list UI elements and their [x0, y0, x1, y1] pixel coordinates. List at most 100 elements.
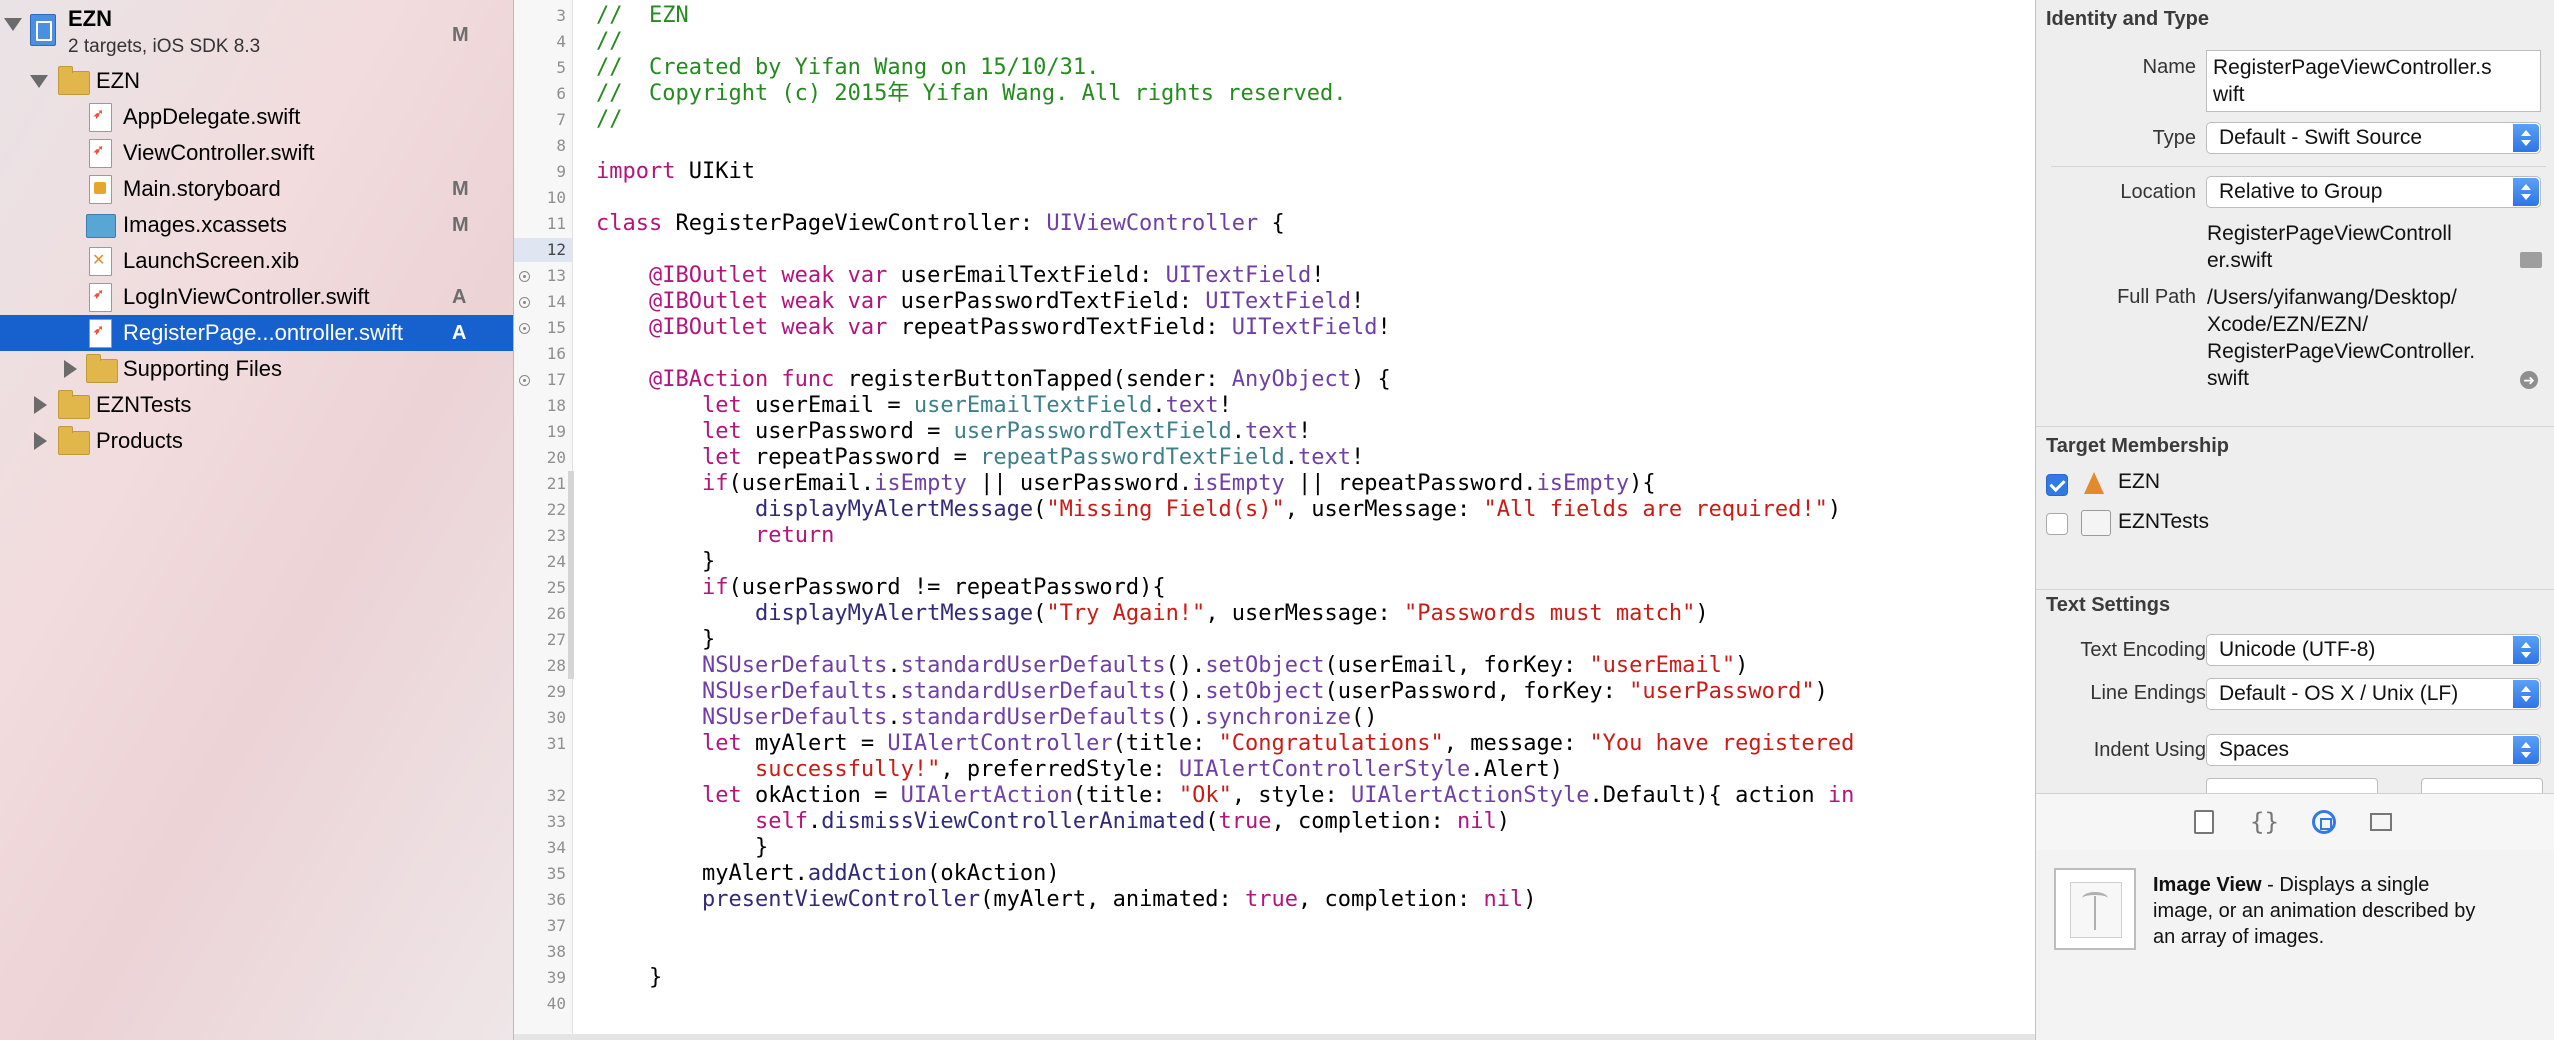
nav-item-file[interactable]: Images.xcassets M [0, 207, 513, 243]
target-ezn-checkbox[interactable] [2046, 474, 2068, 496]
connection-indicator-icon[interactable] [519, 297, 530, 308]
code-token: } [596, 549, 716, 574]
code-token: ) [1814, 679, 1828, 704]
nav-item-file[interactable]: ➶ AppDelegate.swift [0, 99, 513, 135]
code-token: } [596, 835, 769, 860]
code-line[interactable]: displayMyAlertMessage("Try Again!", user… [596, 601, 1709, 627]
code-token: // Created by Yifan Wang on 15/10/31. [596, 55, 1100, 80]
code-line[interactable]: NSUserDefaults.standardUserDefaults().se… [596, 653, 1748, 679]
nav-item-supporting-files[interactable]: Supporting Files [0, 351, 513, 387]
line-number: 3 [556, 6, 566, 25]
nav-item-file[interactable]: ➶ ViewController.swift [0, 135, 513, 171]
code-token: . [807, 809, 822, 834]
code-line[interactable]: // Copyright (c) 2015年 Yifan Wang. All r… [596, 81, 1346, 107]
code-line[interactable]: } [596, 835, 768, 861]
reveal-arrow-icon[interactable]: ➜ [2520, 371, 2538, 389]
code-token: "Passwords must match" [1404, 601, 1696, 626]
nav-item-file[interactable]: Main.storyboard M [0, 171, 513, 207]
code-line[interactable]: // EZN [596, 3, 689, 29]
code-token: userEmail = [741, 393, 914, 418]
line-number: 8 [556, 136, 566, 155]
connection-indicator-icon[interactable] [519, 323, 530, 334]
code-line[interactable]: let userEmail = userEmailTextField.text! [596, 393, 1232, 419]
nav-item-products-folder[interactable]: Products [0, 423, 513, 459]
code-line[interactable]: @IBOutlet weak var userPasswordTextField… [596, 289, 1364, 315]
code-line[interactable]: @IBOutlet weak var repeatPasswordTextFie… [596, 315, 1391, 341]
connection-indicator-icon[interactable] [519, 271, 530, 282]
code-line[interactable]: let userPassword = userPasswordTextField… [596, 419, 1311, 445]
nav-item-ezntests-folder[interactable]: EZNTests [0, 387, 513, 423]
line-number: 30 [546, 708, 566, 727]
reveal-folder-icon[interactable] [2520, 252, 2542, 268]
target-ezntests-checkbox[interactable] [2046, 513, 2068, 535]
code-line[interactable]: presentViewController(myAlert, animated:… [596, 887, 1536, 913]
library-tab-bar: {} [2036, 793, 2554, 851]
swift-file-icon: ➶ [89, 319, 112, 348]
line-endings-popup[interactable]: Default - OS X / Unix (LF) [2206, 678, 2541, 710]
code-line[interactable]: @IBOutlet weak var userEmailTextField: U… [596, 263, 1325, 289]
code-token: UIAlertAction [900, 783, 1073, 808]
code-line[interactable]: if(userPassword != repeatPassword){ [596, 575, 1166, 601]
code-line[interactable]: self.dismissViewControllerAnimated(true,… [596, 809, 1510, 835]
code-line[interactable]: // [596, 29, 623, 55]
code-line[interactable]: } [596, 965, 662, 991]
media-library-icon[interactable] [2370, 813, 2392, 831]
code-line[interactable]: let repeatPassword = repeatPasswordTextF… [596, 445, 1364, 471]
disclosure-triangle-icon[interactable] [4, 18, 22, 31]
code-snippet-library-icon[interactable]: {} [2250, 810, 2279, 834]
horizontal-scrollbar[interactable] [514, 1034, 2035, 1040]
code-line[interactable]: class RegisterPageViewController: UIView… [596, 211, 1285, 237]
object-library-icon[interactable] [2312, 810, 2336, 834]
indent-using-popup[interactable]: Spaces [2206, 734, 2541, 766]
code-token: . [887, 705, 901, 730]
code-token: text [1165, 393, 1219, 418]
code-line[interactable]: if(userEmail.isEmpty || userPassword.isE… [596, 471, 1656, 497]
code-line[interactable]: @IBAction func registerButtonTapped(send… [596, 367, 1391, 393]
code-token: "Missing Field(s)" [1046, 497, 1285, 522]
code-token: @IBOutlet weak var [648, 289, 888, 314]
connection-indicator-icon[interactable] [519, 375, 530, 386]
code-line[interactable]: NSUserDefaults.standardUserDefaults().sy… [596, 705, 1378, 731]
line-number-gutter[interactable]: 3 4 5 6 7 8 9 10 11 12 13 14 15 16 17 18 19 20 21 22 23 24 25 2… [514, 0, 574, 1040]
file-template-library-icon[interactable] [2194, 810, 2214, 834]
code-token: okAction = [741, 783, 901, 808]
code-line[interactable]: // Created by Yifan Wang on 15/10/31. [596, 55, 1099, 81]
source-editor[interactable]: 3 4 5 6 7 8 9 10 11 12 13 14 15 16 17 18 19 20 21 22 23 24 25 2… [514, 0, 2035, 1040]
code-line[interactable]: myAlert.addAction(okAction) [596, 861, 1060, 887]
code-token: // Copyright (c) 2015年 Yifan Wang. All r… [596, 81, 1347, 106]
type-popup[interactable]: Default - Swift Source [2206, 122, 2541, 154]
code-line[interactable]: } [596, 549, 715, 575]
code-line[interactable]: NSUserDefaults.standardUserDefaults().se… [596, 679, 1828, 705]
object-library-item[interactable]: Image View - Displays a single image, or… [2036, 850, 2554, 1040]
disclosure-triangle-icon[interactable] [34, 396, 47, 414]
nav-item-file[interactable]: ✕ LaunchScreen.xib [0, 243, 513, 279]
scm-status-badge: M [452, 24, 469, 46]
text-encoding-popup[interactable]: Unicode (UTF-8) [2206, 634, 2541, 666]
code-line[interactable]: import UIKit [596, 159, 755, 185]
code-line[interactable]: // [596, 107, 623, 133]
code-line[interactable]: displayMyAlertMessage("Missing Field(s)"… [596, 497, 1841, 523]
code-token: standardUserDefaults [900, 705, 1166, 730]
line-number: 15 [546, 318, 566, 337]
location-value: Relative to Group [2219, 180, 2383, 203]
nav-item-file[interactable]: ➶ LogInViewController.swift A [0, 279, 513, 315]
code-line[interactable]: } [596, 627, 715, 653]
name-field[interactable]: RegisterPageViewController.s wift [2206, 50, 2541, 112]
code-line[interactable]: let myAlert = UIAlertController(title: "… [596, 731, 1854, 757]
code-token: ! [1298, 419, 1312, 444]
code-line[interactable]: return [596, 523, 834, 549]
nav-item-file-selected[interactable]: ➶ RegisterPage...ontroller.swift A [0, 315, 513, 351]
nav-item-ezn-folder[interactable]: EZN [0, 63, 513, 99]
disclosure-triangle-icon[interactable] [30, 75, 48, 88]
line-number: 17 [546, 370, 566, 389]
test-target-icon [2081, 510, 2111, 536]
project-subtitle: 2 targets, iOS SDK 8.3 [68, 36, 261, 57]
disclosure-triangle-icon[interactable] [34, 432, 47, 450]
location-popup[interactable]: Relative to Group [2206, 176, 2541, 208]
disclosure-triangle-icon[interactable] [64, 360, 77, 378]
code-line[interactable]: let okAction = UIAlertAction(title: "Ok"… [596, 783, 1854, 809]
code-line[interactable]: successfully!", preferredStyle: UIAlertC… [596, 757, 1563, 783]
project-row[interactable]: EZN 2 targets, iOS SDK 8.3 M [0, 4, 513, 58]
